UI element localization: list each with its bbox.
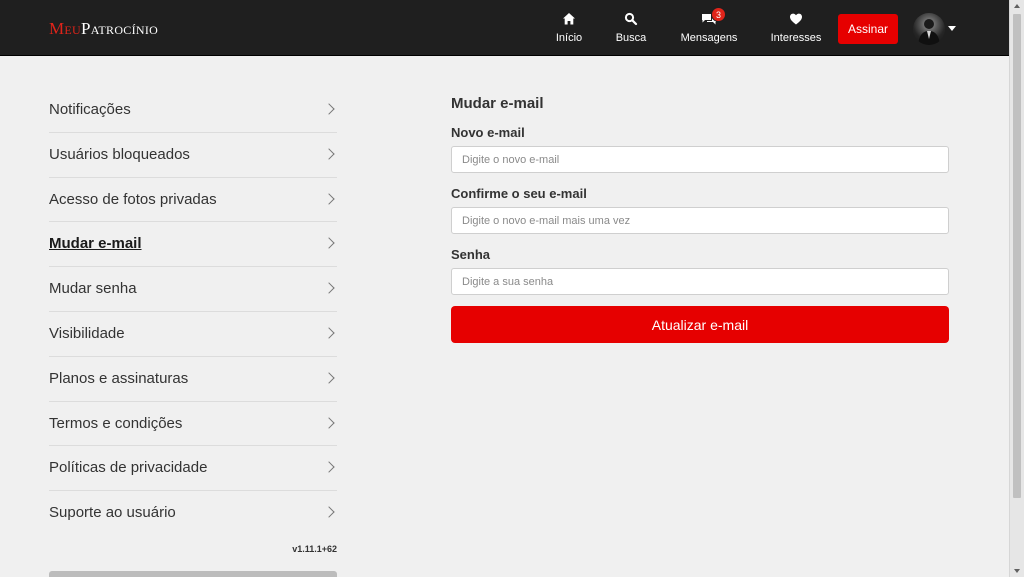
scroll-down-arrow-icon[interactable] <box>1014 569 1020 573</box>
heart-icon <box>790 13 802 25</box>
update-email-button[interactable]: Atualizar e-mail <box>451 306 949 343</box>
menu-item-acesso-fotos-privadas[interactable]: Acesso de fotos privadas <box>49 178 337 223</box>
menu-item-label: Planos e assinaturas <box>49 369 189 387</box>
new-email-input[interactable] <box>451 146 949 173</box>
confirm-email-input[interactable] <box>451 207 949 234</box>
scrollbar-thumb[interactable] <box>1013 14 1021 498</box>
chevron-right-icon <box>323 103 335 115</box>
menu-item-label: Termos e condições <box>49 414 183 432</box>
chevron-right-icon <box>323 416 335 429</box>
avatar-silhouette-icon <box>918 19 940 45</box>
account-menu-caret-icon[interactable] <box>948 26 956 31</box>
nav-inicio[interactable]: Início <box>551 10 587 48</box>
menu-item-label: Usuários bloqueados <box>49 145 190 163</box>
nav-inicio-label: Início <box>555 32 583 44</box>
change-email-form: Mudar e-mail Novo e-mail Confirme o seu … <box>451 95 949 343</box>
nav-interesses[interactable]: Interesses <box>769 10 823 48</box>
menu-item-planos-assinaturas[interactable]: Planos e assinaturas <box>49 357 337 402</box>
chevron-right-icon <box>323 506 335 518</box>
logo-meu: Meu <box>49 19 82 38</box>
menu-item-label: Acesso de fotos privadas <box>49 190 217 208</box>
menu-item-label: Visibilidade <box>49 324 125 342</box>
menu-item-suporte-usuario[interactable]: Suporte ao usuário <box>49 491 337 536</box>
menu-item-visibilidade[interactable]: Visibilidade <box>49 312 337 357</box>
menu-item-label: Suporte ao usuário <box>49 504 176 522</box>
site-logo[interactable]: MeuPatrocínio <box>49 19 158 39</box>
chevron-right-icon <box>323 461 335 474</box>
logo-patrocinio: Patrocínio <box>81 19 159 38</box>
menu-item-notificacoes[interactable]: Notificações <box>49 88 337 133</box>
chevron-right-icon <box>323 327 335 339</box>
user-avatar[interactable] <box>913 13 945 45</box>
confirm-email-label: Confirme o seu e-mail <box>451 186 587 201</box>
chevron-right-icon <box>323 148 335 160</box>
page-scrollbar[interactable] <box>1009 0 1024 577</box>
menu-item-politicas-privacidade[interactable]: Políticas de privacidade <box>49 446 337 492</box>
menu-item-mudar-senha[interactable]: Mudar senha <box>49 267 337 312</box>
subscribe-button[interactable]: Assinar <box>838 14 898 44</box>
home-icon <box>563 13 575 25</box>
menu-item-label: Políticas de privacidade <box>49 459 208 477</box>
menu-item-label: Mudar e-mail <box>49 235 142 253</box>
chevron-right-icon <box>323 237 335 250</box>
settings-menu: Notificações Usuários bloqueados Acesso … <box>49 88 337 536</box>
scroll-up-arrow-icon[interactable] <box>1014 4 1020 8</box>
password-input[interactable] <box>451 268 949 295</box>
new-email-label: Novo e-mail <box>451 125 525 140</box>
messages-count-badge: 3 <box>711 7 726 22</box>
nav-mensagens-label: Mensagens <box>680 32 738 44</box>
menu-item-mudar-email[interactable]: Mudar e-mail <box>49 222 337 268</box>
top-navbar: MeuPatrocínio Início Busca 3 Mensagens I… <box>0 0 1009 56</box>
nav-busca[interactable]: Busca <box>611 10 651 48</box>
nav-interesses-label: Interesses <box>770 32 822 44</box>
chevron-right-icon <box>323 192 335 205</box>
app-version: v1.11.1+62 <box>292 544 337 554</box>
chevron-right-icon <box>323 372 335 384</box>
menu-item-termos-condicoes[interactable]: Termos e condições <box>49 402 337 447</box>
menu-item-label: Mudar senha <box>49 280 137 298</box>
menu-item-label: Notificações <box>49 101 131 118</box>
nav-busca-label: Busca <box>615 32 647 44</box>
nav-mensagens[interactable]: 3 Mensagens <box>678 7 740 48</box>
chevron-right-icon <box>323 282 335 294</box>
form-title: Mudar e-mail <box>451 95 544 112</box>
sidebar-bottom-bar <box>49 571 337 577</box>
password-label: Senha <box>451 247 491 262</box>
search-icon <box>624 12 638 26</box>
menu-item-usuarios-bloqueados[interactable]: Usuários bloqueados <box>49 133 337 178</box>
